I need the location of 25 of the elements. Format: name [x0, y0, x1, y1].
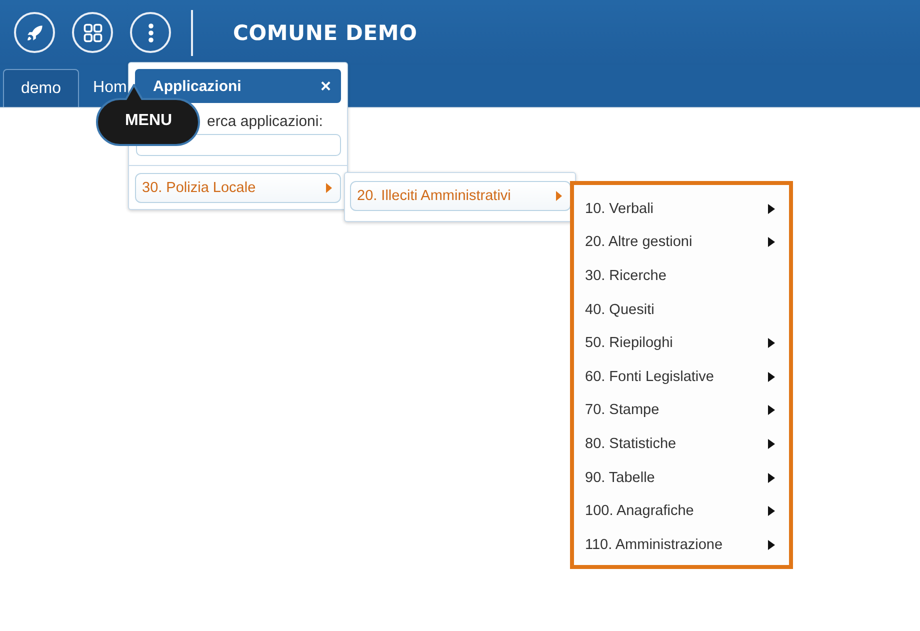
search-label: erca applicazioni:	[207, 113, 324, 130]
rocket-button[interactable]	[14, 12, 55, 53]
menu-item[interactable]: 20. Illeciti Amministrativi	[350, 181, 571, 211]
menu-item[interactable]: 100. Anagrafiche	[574, 494, 789, 528]
menu-item[interactable]: 10. Verbali	[574, 192, 789, 226]
menu-item[interactable]: 50. Riepiloghi	[574, 326, 789, 360]
grid-button[interactable]	[72, 12, 113, 53]
menu-item[interactable]: 30. Polizia Locale	[135, 173, 341, 203]
grid-icon	[82, 22, 104, 44]
menu-item[interactable]: 60. Fonti Legislative	[574, 360, 789, 394]
menu-item[interactable]: 30. Ricerche	[574, 259, 789, 293]
tab[interactable]: demo	[3, 69, 80, 107]
menu-item[interactable]: 90. Tabelle	[574, 460, 789, 494]
menu-item[interactable]: 70. Stampe	[574, 394, 789, 428]
menu-item[interactable]: 80. Statistiche	[574, 427, 789, 461]
tooltip-text: MENU	[124, 111, 174, 131]
menu-item[interactable]: 40. Quesiti	[574, 292, 789, 326]
menu-item[interactable]: 20. Altre gestioni	[574, 226, 789, 260]
menu-item[interactable]: 110. Amministrazione	[574, 528, 789, 562]
tab[interactable]: Hom	[79, 69, 144, 107]
more-button[interactable]	[130, 12, 171, 53]
vertical-dots-icon	[148, 22, 154, 42]
close-button[interactable]: ×	[316, 76, 335, 96]
app-title: COMUNE DEMO	[233, 20, 418, 44]
panel-title: Applicazioni	[153, 78, 242, 94]
